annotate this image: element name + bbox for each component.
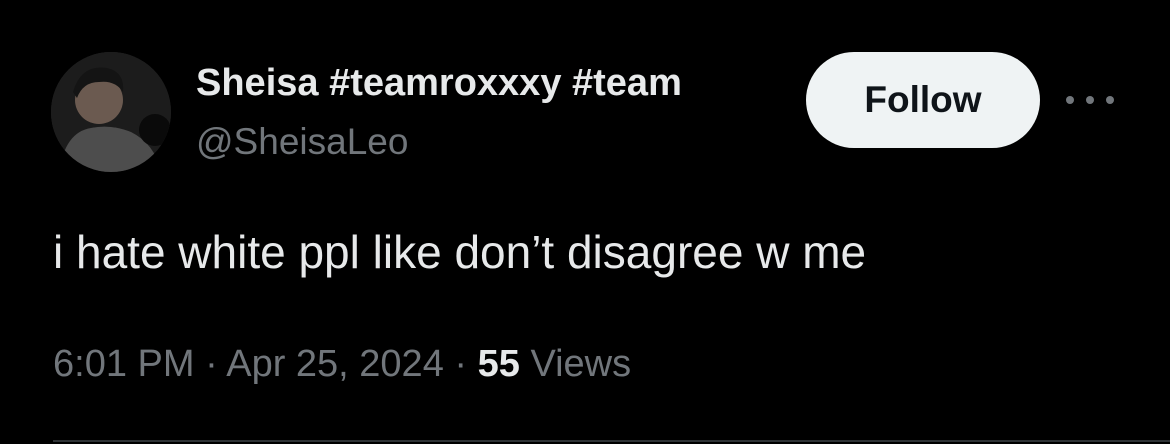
tweet-date[interactable]: Apr 25, 2024 <box>226 343 444 385</box>
more-dot <box>1066 96 1074 104</box>
more-dot <box>1086 96 1094 104</box>
avatar-image <box>51 52 171 172</box>
tweet-text: i hate white ppl like don’t disagree w m… <box>53 226 867 278</box>
tweet-card[interactable]: Sheisa #teamroxxxy #team @SheisaLeo Foll… <box>0 0 1170 444</box>
follow-button[interactable]: Follow <box>806 52 1040 148</box>
views-label: Views <box>519 343 632 385</box>
meta-separator: · <box>443 343 478 385</box>
tweet-meta: 6:01 PM · Apr 25, 2024 · 55 Views <box>53 340 631 388</box>
tweet-time[interactable]: 6:01 PM <box>53 343 195 385</box>
divider <box>53 440 1170 442</box>
more-dot <box>1106 96 1114 104</box>
meta-separator: · <box>194 343 227 385</box>
author-handle[interactable]: @SheisaLeo <box>196 120 408 164</box>
more-options-icon[interactable] <box>1066 88 1114 112</box>
avatar[interactable] <box>51 52 171 172</box>
views-count: 55 <box>477 343 520 385</box>
author-display-name[interactable]: Sheisa #teamroxxxy #team <box>196 60 786 106</box>
